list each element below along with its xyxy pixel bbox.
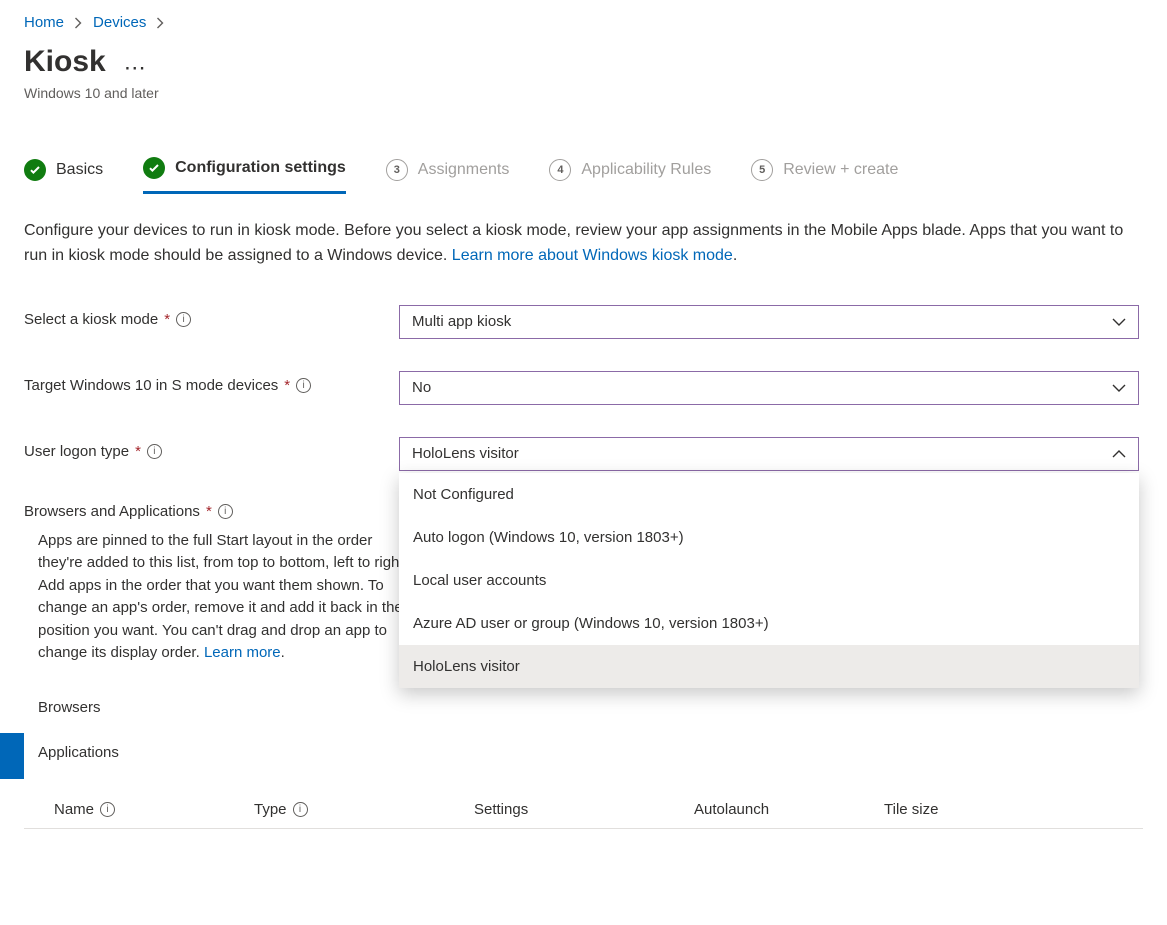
tab-rules-label: Applicability Rules <box>581 161 711 179</box>
logon-option[interactable]: Local user accounts <box>399 559 1139 602</box>
kiosk-mode-select[interactable]: Multi app kiosk <box>399 305 1139 339</box>
tab-review-label: Review + create <box>783 161 898 179</box>
col-autolaunch: Autolaunch <box>694 801 769 818</box>
tab-applicability-rules[interactable]: 4 Applicability Rules <box>549 149 711 194</box>
logon-type-dropdown: Not Configured Auto logon (Windows 10, v… <box>399 473 1139 688</box>
col-name: Name <box>54 801 94 818</box>
learn-more-apps-link[interactable]: Learn more <box>204 644 281 661</box>
subtab-applications[interactable]: Applications <box>38 730 119 775</box>
learn-more-kiosk-link[interactable]: Learn more about Windows kiosk mode <box>452 247 733 264</box>
s-mode-select[interactable]: No <box>399 371 1139 405</box>
tab-assignments[interactable]: 3 Assignments <box>386 149 510 194</box>
check-icon <box>143 157 165 179</box>
check-icon <box>24 159 46 181</box>
subtab-browsers[interactable]: Browsers <box>38 685 119 730</box>
required-asterisk: * <box>135 443 141 460</box>
step-number-icon: 4 <box>549 159 571 181</box>
breadcrumb-devices[interactable]: Devices <box>93 14 146 31</box>
tab-review-create[interactable]: 5 Review + create <box>751 149 898 194</box>
info-icon[interactable]: i <box>176 312 191 327</box>
more-actions-icon[interactable]: ⋯ <box>124 55 148 81</box>
kiosk-mode-label: Select a kiosk mode * i <box>24 305 399 328</box>
required-asterisk: * <box>164 311 170 328</box>
info-icon[interactable]: i <box>147 444 162 459</box>
col-type: Type <box>254 801 287 818</box>
wizard-steps: Basics Configuration settings 3 Assignme… <box>24 149 1143 195</box>
page-subtitle: Windows 10 and later <box>24 85 1143 101</box>
intro-text: Configure your devices to run in kiosk m… <box>24 219 1124 269</box>
info-icon[interactable]: i <box>218 504 233 519</box>
chevron-right-icon <box>74 17 83 29</box>
chevron-down-icon <box>1112 317 1126 327</box>
tab-basics-label: Basics <box>56 161 103 179</box>
page-title: Kiosk <box>24 45 106 79</box>
step-number-icon: 5 <box>751 159 773 181</box>
info-icon[interactable]: i <box>100 802 115 817</box>
info-icon[interactable]: i <box>293 802 308 817</box>
col-tile-size: Tile size <box>884 801 938 818</box>
apps-table-header: Name i Type i Settings Autolaunch Tile s… <box>24 787 1143 829</box>
logon-option[interactable]: Not Configured <box>399 473 1139 516</box>
breadcrumb: Home Devices <box>24 12 1143 41</box>
col-settings: Settings <box>474 801 528 818</box>
chevron-up-icon <box>1112 449 1126 459</box>
chevron-down-icon <box>1112 383 1126 393</box>
active-indicator <box>0 733 24 779</box>
apps-section-description: Apps are pinned to the full Start layout… <box>38 530 408 665</box>
chevron-right-icon <box>156 17 165 29</box>
step-number-icon: 3 <box>386 159 408 181</box>
logon-option[interactable]: Auto logon (Windows 10, version 1803+) <box>399 516 1139 559</box>
logon-type-label: User logon type * i <box>24 437 399 460</box>
info-icon[interactable]: i <box>296 378 311 393</box>
tab-config-label: Configuration settings <box>175 159 346 177</box>
breadcrumb-home[interactable]: Home <box>24 14 64 31</box>
tab-assignments-label: Assignments <box>418 161 510 179</box>
logon-option[interactable]: Azure AD user or group (Windows 10, vers… <box>399 602 1139 645</box>
tab-basics[interactable]: Basics <box>24 149 103 194</box>
s-mode-label: Target Windows 10 in S mode devices * i <box>24 371 399 394</box>
logon-option[interactable]: HoloLens visitor <box>399 645 1139 688</box>
tab-configuration-settings[interactable]: Configuration settings <box>143 149 346 194</box>
required-asterisk: * <box>284 377 290 394</box>
logon-type-select[interactable]: HoloLens visitor <box>399 437 1139 471</box>
required-asterisk: * <box>206 503 212 520</box>
